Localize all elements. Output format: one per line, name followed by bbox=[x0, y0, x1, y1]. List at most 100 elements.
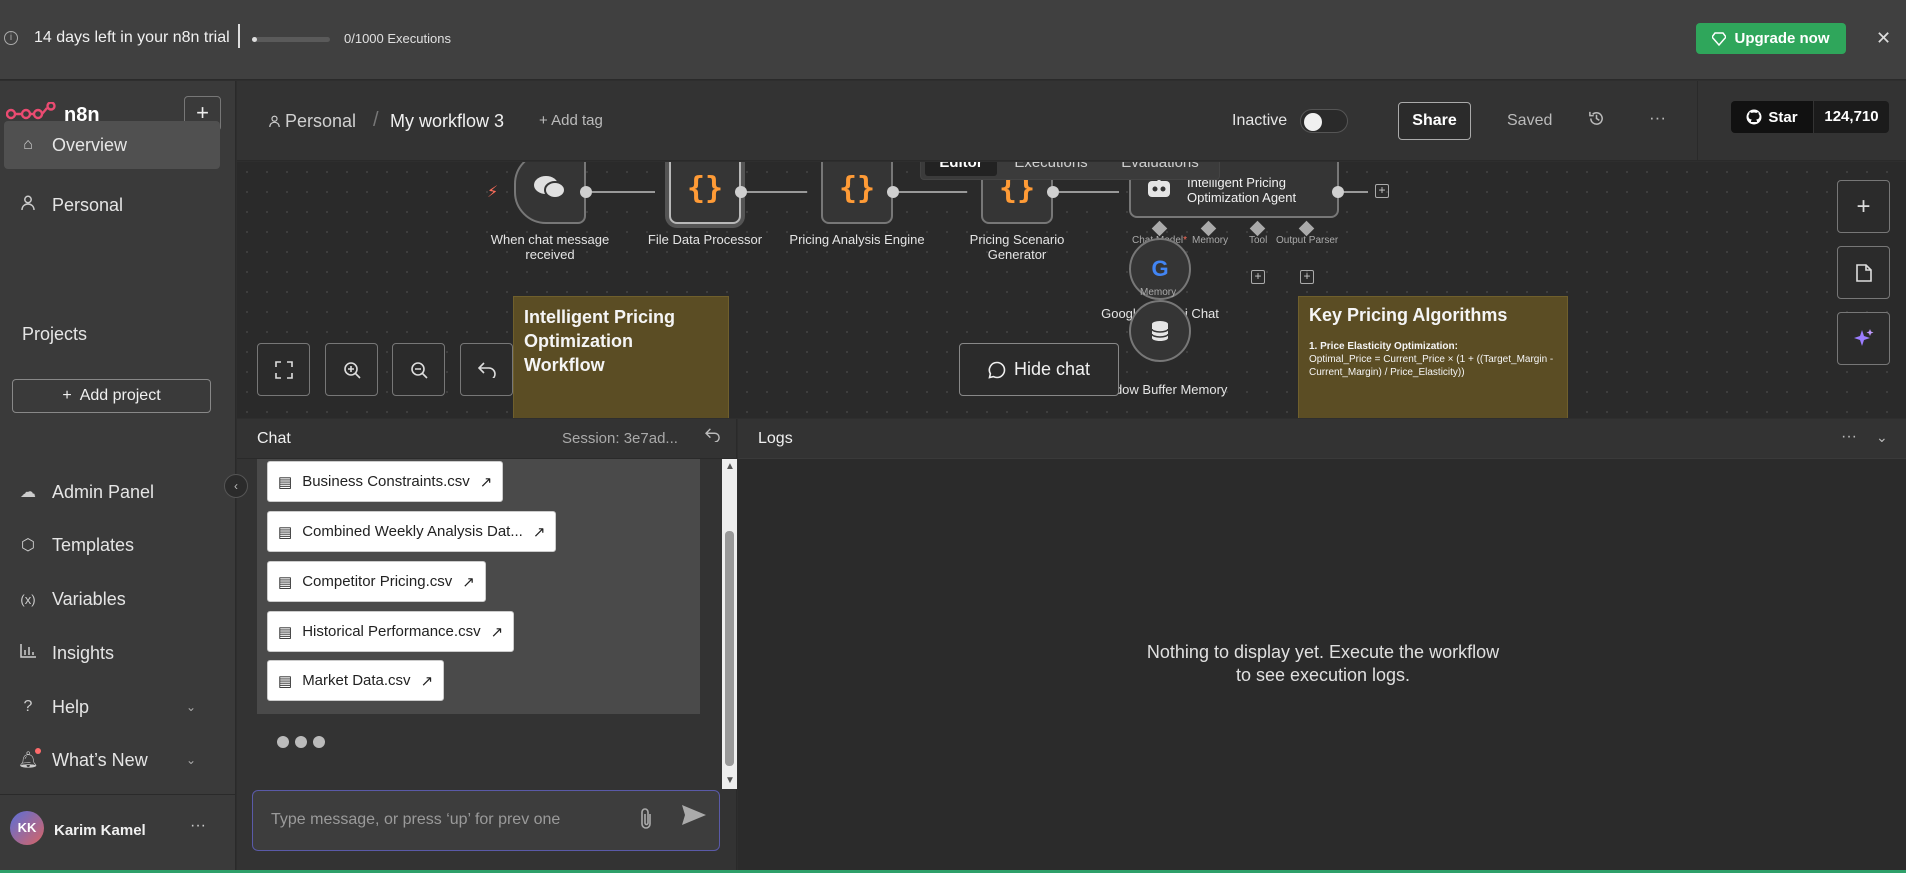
paperclip-icon[interactable] bbox=[639, 808, 653, 836]
more-icon[interactable]: ··· bbox=[190, 817, 206, 835]
port-handle[interactable] bbox=[1200, 220, 1217, 237]
file-name: Market Data.csv bbox=[302, 672, 411, 689]
add-tool-button[interactable]: + bbox=[1251, 270, 1265, 284]
typing-indicator bbox=[277, 736, 325, 748]
sidebar-item-label: Admin Panel bbox=[52, 481, 155, 502]
active-toggle[interactable] bbox=[1300, 109, 1348, 133]
port-handle[interactable] bbox=[1298, 220, 1315, 237]
session-id[interactable]: Session: 3e7ad... bbox=[562, 430, 678, 447]
github-star-count: 124,710 bbox=[1813, 101, 1889, 133]
connection-line bbox=[899, 191, 967, 193]
github-star-button[interactable]: Star bbox=[1731, 101, 1813, 133]
add-node-panel-button[interactable]: + bbox=[1837, 180, 1890, 233]
ai-assistant-button[interactable] bbox=[1837, 312, 1890, 365]
user-name: Karim Kamel bbox=[54, 822, 146, 839]
tab-executions[interactable]: Executions bbox=[1001, 162, 1101, 176]
logs-panel: Logs ··· ⌄ Nothing to display yet. Execu… bbox=[738, 419, 1906, 873]
add-tag-button[interactable]: + Add tag bbox=[539, 112, 603, 129]
workflow-canvas[interactable]: Editor Executions Evaluations ⚡︎ When ch… bbox=[237, 162, 1906, 418]
port-handle[interactable] bbox=[1151, 220, 1168, 237]
output-handle[interactable] bbox=[735, 186, 747, 198]
file-attachment[interactable]: ▤ Combined Weekly Analysis Dat... ↗ bbox=[267, 511, 557, 552]
upgrade-label: Upgrade now bbox=[1734, 30, 1830, 47]
scrollbar-thumb[interactable] bbox=[725, 531, 734, 766]
fit-view-button[interactable] bbox=[257, 343, 310, 396]
output-handle[interactable] bbox=[580, 186, 592, 198]
logs-header: Logs ··· ⌄ bbox=[738, 419, 1906, 459]
undo-icon bbox=[477, 361, 496, 378]
sticky-note[interactable]: Key Pricing Algorithms 1. Price Elastici… bbox=[1298, 296, 1568, 418]
external-link-icon: ↗ bbox=[490, 623, 504, 641]
breadcrumb-project[interactable]: Personal bbox=[285, 111, 356, 132]
node-file-data-processor[interactable]: {} bbox=[669, 162, 741, 224]
share-button[interactable]: Share bbox=[1398, 102, 1471, 140]
sidebar-item-admin-panel[interactable]: ☁ Admin Panel bbox=[4, 468, 220, 516]
chat-input[interactable] bbox=[271, 811, 621, 829]
file-icon: ▤ bbox=[278, 523, 293, 541]
node-pricing-analysis-engine[interactable]: {} bbox=[821, 162, 893, 224]
output-handle[interactable] bbox=[1047, 186, 1059, 198]
chat-scrollbar[interactable]: ▲ ▼ bbox=[722, 459, 737, 789]
hide-chat-button[interactable]: Hide chat bbox=[959, 343, 1119, 396]
more-options-icon[interactable]: ··· bbox=[1649, 108, 1666, 128]
executions-progress-bar bbox=[252, 37, 330, 42]
sidebar-item-label: What’s New bbox=[52, 749, 148, 770]
zoom-in-button[interactable] bbox=[325, 343, 378, 396]
projects-heading: Projects bbox=[22, 324, 88, 344]
output-handle[interactable] bbox=[1332, 186, 1344, 198]
info-icon: i bbox=[4, 31, 18, 45]
chart-icon bbox=[18, 643, 38, 663]
chat-input-box[interactable] bbox=[252, 790, 720, 851]
more-options-icon[interactable]: ··· bbox=[1841, 428, 1857, 446]
tab-editor[interactable]: Editor bbox=[925, 162, 997, 176]
diamond-icon bbox=[1712, 31, 1727, 46]
node-window-buffer-memory[interactable] bbox=[1129, 300, 1191, 362]
sidebar-item-help[interactable]: ? Help ⌄ bbox=[4, 683, 220, 731]
chevron-down-icon[interactable]: ⌄ bbox=[1876, 429, 1888, 446]
file-attachment[interactable]: ▤ Competitor Pricing.csv ↗ bbox=[267, 561, 486, 602]
add-project-button[interactable]: + Add project bbox=[12, 379, 211, 413]
output-handle[interactable] bbox=[887, 186, 899, 198]
avatar[interactable]: KK bbox=[10, 811, 44, 845]
file-attachment[interactable]: ▤ Market Data.csv ↗ bbox=[267, 660, 445, 701]
add-node-button[interactable]: + bbox=[1375, 184, 1389, 198]
sidebar-item-insights[interactable]: Insights bbox=[4, 629, 220, 677]
sidebar-item-templates[interactable]: ⬡ Templates bbox=[4, 521, 220, 569]
help-icon: ? bbox=[23, 698, 33, 715]
node-label: Pricing Analysis Engine bbox=[789, 232, 925, 247]
add-sticky-button[interactable] bbox=[1837, 246, 1890, 299]
scroll-down-icon[interactable]: ▼ bbox=[725, 775, 735, 786]
file-icon: ▤ bbox=[278, 672, 293, 690]
banner-divider bbox=[238, 24, 240, 48]
status-label: Inactive bbox=[1232, 112, 1288, 129]
sidebar-item-personal[interactable]: Personal bbox=[4, 181, 220, 229]
tab-evaluations[interactable]: Evaluations bbox=[1107, 162, 1213, 176]
file-attachment[interactable]: ▤ Historical Performance.csv ↗ bbox=[267, 611, 515, 652]
scroll-up-icon[interactable]: ▲ bbox=[725, 461, 735, 472]
sidebar-item-whats-new[interactable]: 🔔︎ What’s New ⌄ bbox=[4, 736, 220, 784]
executions-count: 0/1000 Executions bbox=[344, 31, 451, 46]
node-chat-trigger[interactable] bbox=[514, 162, 586, 224]
external-link-icon: ↗ bbox=[532, 523, 546, 541]
upgrade-button[interactable]: Upgrade now bbox=[1696, 23, 1846, 54]
sticky-note[interactable]: Intelligent Pricing Optimization Workflo… bbox=[513, 296, 729, 418]
node-label: File Data Processor bbox=[647, 232, 763, 247]
database-icon bbox=[1151, 321, 1169, 341]
close-icon[interactable]: ✕ bbox=[1876, 28, 1891, 49]
port-handle[interactable] bbox=[1249, 220, 1266, 237]
history-icon[interactable] bbox=[1588, 110, 1605, 132]
add-output-parser-button[interactable]: + bbox=[1300, 270, 1314, 284]
collapse-sidebar-button[interactable]: ‹ bbox=[224, 474, 248, 498]
external-link-icon: ↗ bbox=[420, 672, 434, 690]
sidebar-item-overview[interactable]: ⌂ Overview bbox=[4, 121, 220, 169]
file-name: Business Constraints.csv bbox=[302, 473, 470, 490]
connection-line bbox=[747, 191, 807, 193]
workflow-name[interactable]: My workflow 3 bbox=[390, 111, 504, 132]
google-icon: G bbox=[1151, 256, 1169, 281]
zoom-out-button[interactable] bbox=[392, 343, 445, 396]
sidebar-item-variables[interactable]: (x) Variables bbox=[4, 575, 220, 623]
undo-button[interactable] bbox=[460, 343, 513, 396]
file-attachment[interactable]: ▤ Business Constraints.csv ↗ bbox=[267, 461, 504, 502]
reset-session-icon[interactable] bbox=[705, 428, 721, 447]
send-icon[interactable] bbox=[681, 804, 707, 833]
